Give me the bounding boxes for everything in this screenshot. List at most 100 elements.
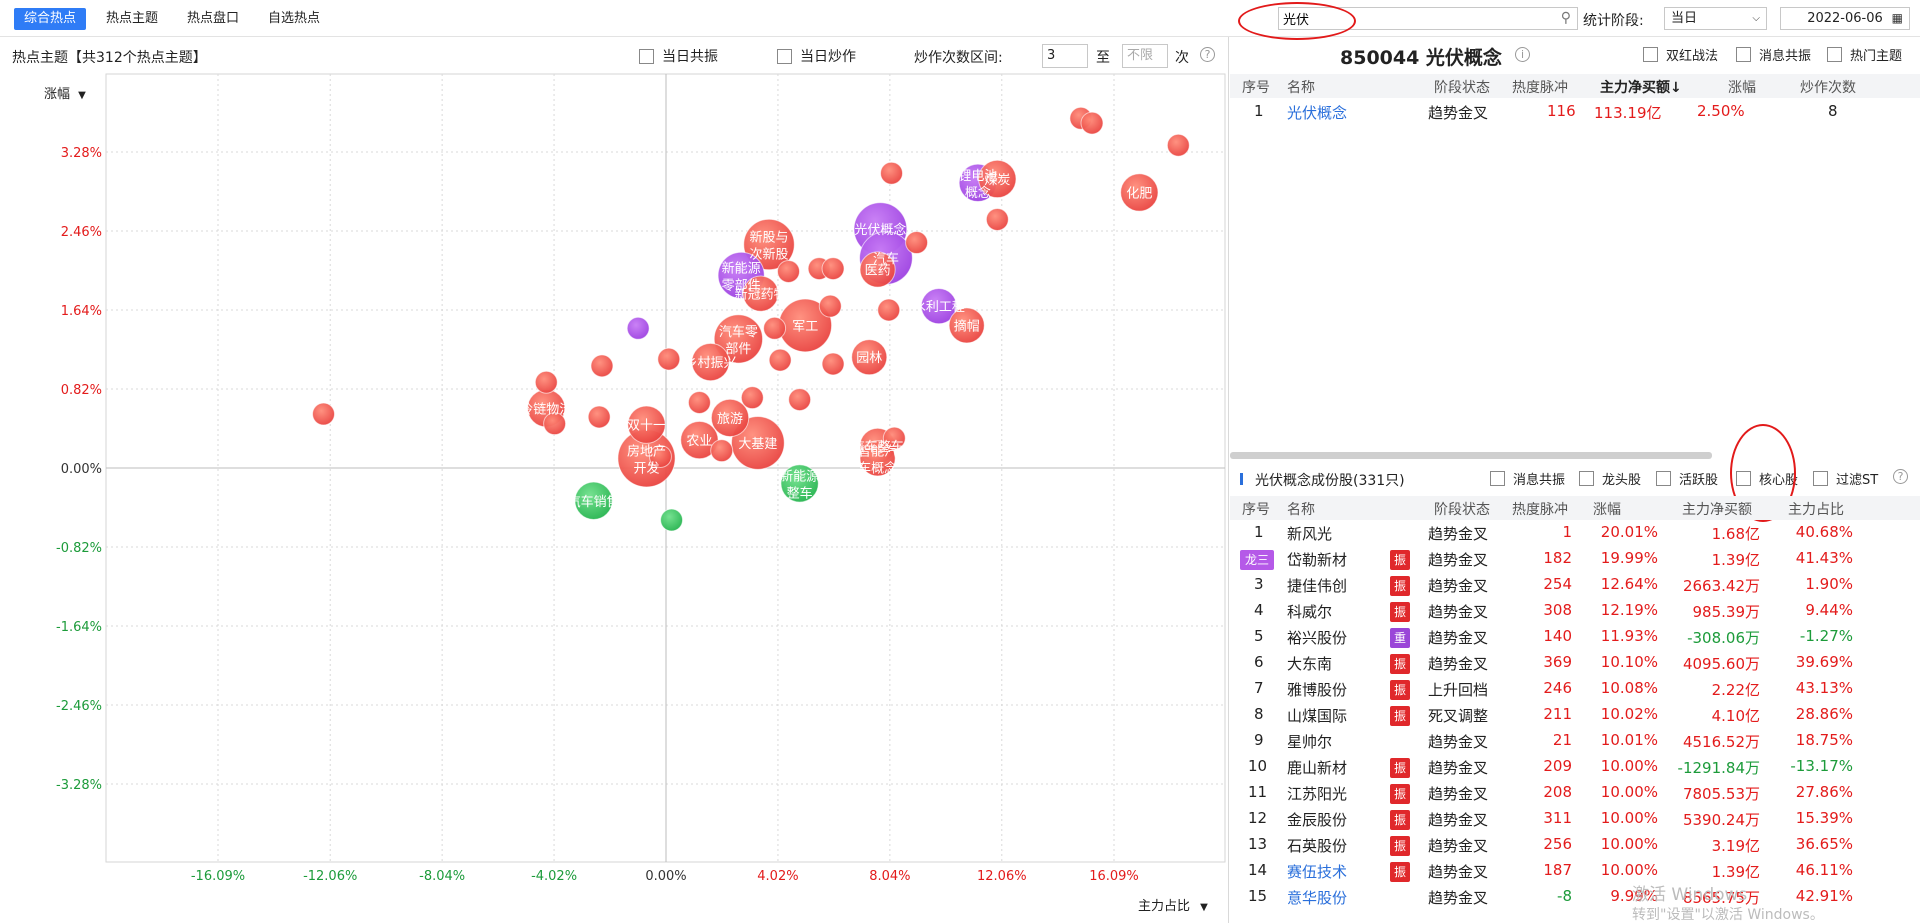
leader-filter[interactable]: 龙头股 [1579, 469, 1641, 488]
speculated-checkbox[interactable]: 当日炒作 [777, 46, 856, 66]
stock-row[interactable]: 5 裕兴股份 重趋势金叉 140 11.93% -308.06万 -1.27% [1230, 625, 1920, 651]
concept-row[interactable]: 1 光伏概念 趋势金叉 116 113.19亿 2.50% 8 [1230, 100, 1920, 126]
hot-theme-checkbox[interactable]: 热门主题 [1827, 45, 1902, 64]
x-axis-selector[interactable]: 主力占比 ▼ [1138, 895, 1208, 914]
range-to-input[interactable]: 不限 [1122, 44, 1168, 68]
tab-hot-themes[interactable]: 热点主题 [96, 8, 168, 30]
checkbox-box[interactable] [1643, 47, 1658, 62]
bubble-point[interactable] [821, 352, 845, 376]
bubble-point[interactable] [985, 207, 1009, 231]
bubble-point[interactable] [821, 257, 845, 281]
checkbox-box[interactable] [639, 48, 654, 64]
checkbox-box[interactable] [777, 48, 792, 64]
bubble-point[interactable] [657, 347, 681, 371]
bubble-point[interactable] [777, 259, 801, 283]
bubble-point[interactable] [626, 316, 650, 340]
col-no[interactable]: 序号 [1242, 499, 1270, 519]
search-icon[interactable]: ⚲ [1561, 10, 1571, 26]
row-name[interactable]: 雅博股份 [1287, 679, 1347, 700]
bubble-point[interactable] [590, 354, 614, 378]
stock-row[interactable]: 10 鹿山新材 振趋势金叉 209 10.00% -1291.84万 -13.17% [1230, 755, 1920, 781]
stock-row[interactable]: 龙三 岱勒新材 振趋势金叉 182 19.99% 1.39亿 41.43% [1230, 547, 1920, 573]
active-filter[interactable]: 活跃股 [1656, 469, 1718, 488]
stock-row[interactable]: 14 赛伍技术 振趋势金叉 187 10.00% 1.39亿 46.11% [1230, 859, 1920, 885]
tab-custom-hotspots[interactable]: 自选热点 [258, 8, 330, 30]
col-pulse[interactable]: 热度脉冲 [1512, 77, 1568, 97]
period-select[interactable]: 当日 ⌵ [1664, 7, 1767, 30]
st-filter[interactable]: 过滤ST [1813, 469, 1878, 488]
date-picker[interactable]: 2022-06-06 ▦ [1780, 7, 1910, 30]
bubble-point[interactable] [818, 294, 842, 318]
col-name[interactable]: 名称 [1287, 77, 1315, 97]
row-name[interactable]: 光伏概念 [1287, 102, 1347, 123]
row-name[interactable]: 岱勒新材 [1287, 549, 1347, 570]
range-from-input[interactable]: 3 [1042, 44, 1088, 68]
col-state[interactable]: 阶段状态 [1434, 499, 1490, 519]
bubble-point[interactable] [312, 402, 336, 426]
core-filter[interactable]: 核心股 [1736, 469, 1798, 488]
row-name[interactable]: 石英股份 [1287, 835, 1347, 856]
bubble-point[interactable] [905, 231, 929, 255]
bubble-point[interactable] [1166, 133, 1190, 157]
checkbox-box[interactable] [1579, 471, 1594, 486]
bubble-chart[interactable]: -16.09% -12.06% -8.04% -4.02% 0.00% 4.02% 8.04… [0, 70, 1228, 923]
col-ratio[interactable]: 主力占比 [1788, 499, 1844, 519]
checkbox-box[interactable] [1490, 471, 1505, 486]
row-name[interactable]: 科威尔 [1287, 601, 1332, 622]
info-icon[interactable]: i [1515, 47, 1530, 62]
search-input[interactable] [1279, 8, 1539, 29]
tab-hot-market[interactable]: 热点盘口 [177, 8, 249, 30]
stock-row[interactable]: 7 雅博股份 振上升回档 246 10.08% 2.22亿 43.13% [1230, 677, 1920, 703]
row-name[interactable]: 新风光 [1287, 523, 1332, 544]
news-resonance-filter[interactable]: 消息共振 [1490, 469, 1565, 488]
stock-row[interactable]: 8 山煤国际 振死叉调整 211 10.02% 4.10亿 28.86% [1230, 703, 1920, 729]
row-name[interactable]: 意华股份 [1287, 887, 1347, 908]
row-name[interactable]: 赛伍技术 [1287, 861, 1347, 882]
tab-overall-hotspots[interactable]: 综合热点 [14, 8, 87, 30]
col-net-buy[interactable]: 主力净买额↓ [1600, 77, 1682, 97]
col-pulse[interactable]: 热度脉冲 [1512, 499, 1568, 519]
checkbox-box[interactable] [1736, 471, 1751, 486]
bubble-point[interactable] [788, 388, 812, 412]
bubble-point[interactable] [877, 298, 901, 322]
row-name[interactable]: 金辰股份 [1287, 809, 1347, 830]
checkbox-box[interactable] [1813, 471, 1828, 486]
bubble-point[interactable] [740, 386, 764, 410]
bubble-point[interactable] [768, 348, 792, 372]
checkbox-box[interactable] [1827, 47, 1842, 62]
double-red-checkbox[interactable]: 双红战法 [1643, 45, 1718, 64]
row-name[interactable]: 山煤国际 [1287, 705, 1347, 726]
row-name[interactable]: 鹿山新材 [1287, 757, 1347, 778]
row-name[interactable]: 裕兴股份 [1287, 627, 1347, 648]
bubble-point[interactable] [710, 439, 734, 463]
bubble-point[interactable] [880, 161, 904, 185]
bubble-point[interactable] [763, 316, 787, 340]
stock-row[interactable]: 11 江苏阳光 振趋势金叉 208 10.00% 7805.53万 27.86% [1230, 781, 1920, 807]
help-icon[interactable]: ? [1200, 47, 1215, 62]
stock-row[interactable]: 1 新风光 趋势金叉 1 20.01% 1.68亿 40.68% [1230, 521, 1920, 547]
stock-row[interactable]: 3 捷佳伟创 振趋势金叉 254 12.64% 2663.42万 1.90% [1230, 573, 1920, 599]
bubble-point[interactable] [534, 370, 558, 394]
resonance-checkbox[interactable]: 当日共振 [639, 46, 718, 66]
bubble-point[interactable] [1080, 111, 1104, 135]
checkbox-box[interactable] [1736, 47, 1751, 62]
col-times[interactable]: 炒作次数 [1800, 77, 1856, 97]
col-change[interactable]: 涨幅 [1593, 499, 1621, 519]
horizontal-scrollbar[interactable] [1230, 452, 1712, 459]
row-name[interactable]: 星帅尔 [1287, 731, 1332, 752]
col-net-buy[interactable]: 主力净买额 [1682, 499, 1752, 519]
stock-row[interactable]: 4 科威尔 振趋势金叉 308 12.19% 985.39万 9.44% [1230, 599, 1920, 625]
help-icon[interactable]: ? [1893, 469, 1908, 484]
stock-row[interactable]: 12 金辰股份 振趋势金叉 311 10.00% 5390.24万 15.39% [1230, 807, 1920, 833]
stock-row[interactable]: 9 星帅尔 趋势金叉 21 10.01% 4516.52万 18.75% [1230, 729, 1920, 755]
stock-row[interactable]: 13 石英股份 振趋势金叉 256 10.00% 3.19亿 36.65% [1230, 833, 1920, 859]
news-resonance-checkbox[interactable]: 消息共振 [1736, 45, 1811, 64]
bubble-point[interactable] [660, 508, 684, 532]
checkbox-box[interactable] [1656, 471, 1671, 486]
stock-row[interactable]: 6 大东南 振趋势金叉 369 10.10% 4095.60万 39.69% [1230, 651, 1920, 677]
col-name[interactable]: 名称 [1287, 499, 1315, 519]
bubble-point[interactable] [587, 405, 611, 429]
col-state[interactable]: 阶段状态 [1434, 77, 1490, 97]
row-name[interactable]: 捷佳伟创 [1287, 575, 1347, 596]
row-name[interactable]: 大东南 [1287, 653, 1332, 674]
